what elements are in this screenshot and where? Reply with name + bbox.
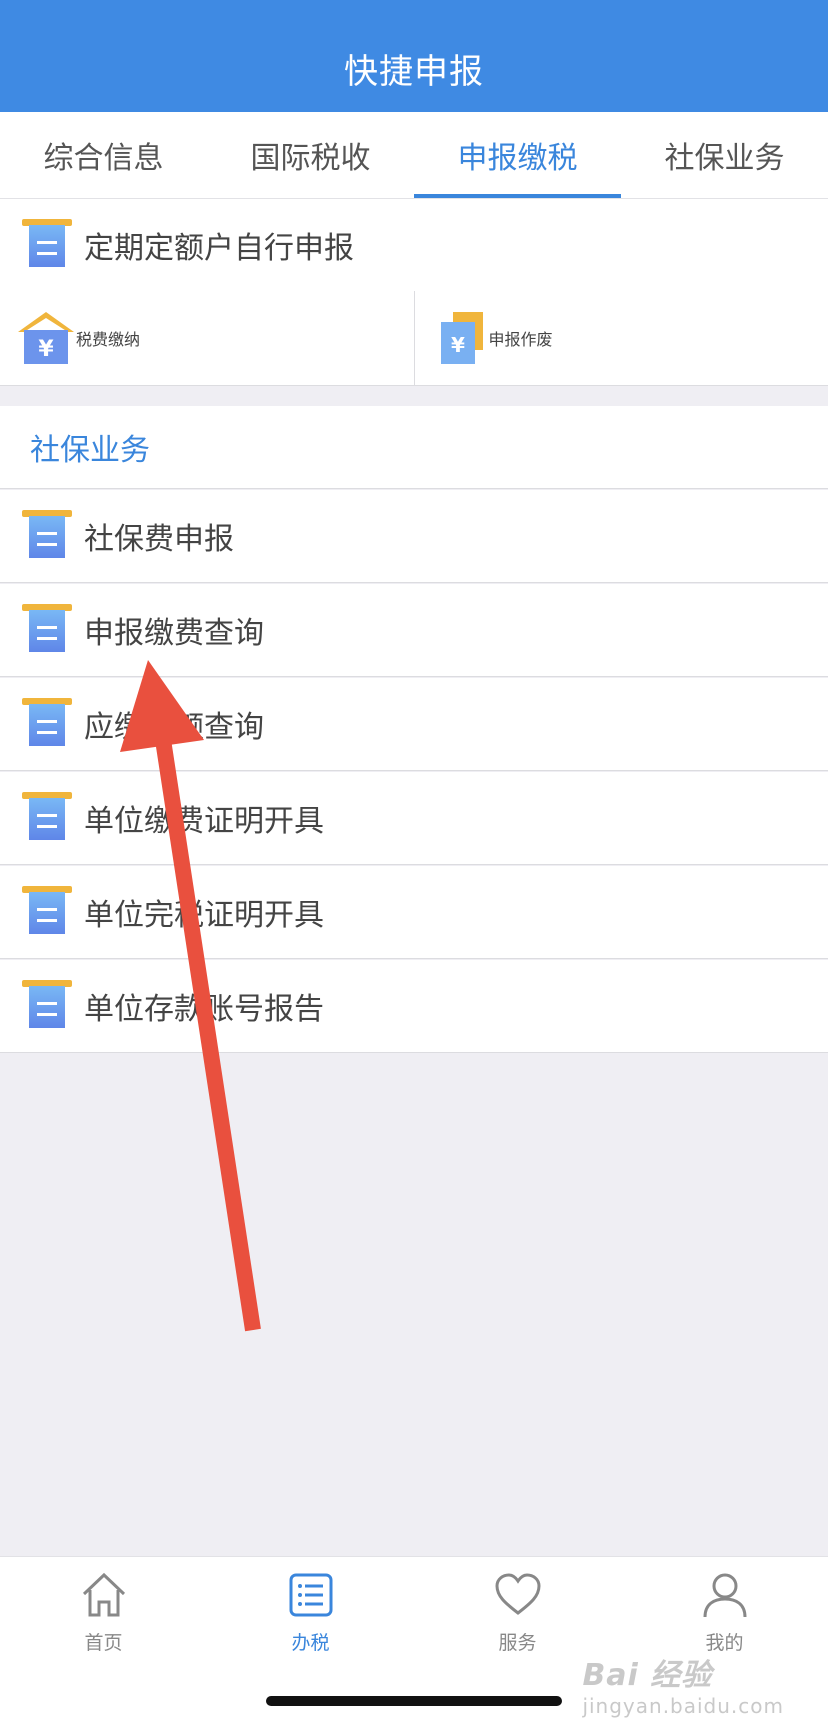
menu-item-label: 申报缴费查询: [84, 608, 264, 652]
tab-international-tax[interactable]: 国际税收: [207, 112, 414, 198]
baidu-watermark: Bai 经验 jingyan.baidu.com: [582, 1650, 784, 1718]
tab-declare-pay-tax[interactable]: 申报缴税: [414, 112, 621, 198]
home-indicator: [266, 1696, 562, 1706]
tab-social-security[interactable]: 社保业务: [621, 112, 828, 198]
tabbar-label: 首页: [84, 1628, 122, 1655]
menu-item-label: 社保费申报: [84, 514, 234, 558]
section-title-social-security: 社保业务: [0, 406, 828, 489]
menu-item-label: 定期定额户自行申报: [84, 223, 354, 267]
menu-item-label: 税费缴纳: [76, 326, 140, 350]
document-icon: [22, 510, 72, 562]
heart-icon: [493, 1570, 543, 1620]
document-icon: [22, 886, 72, 938]
document-icon: [22, 604, 72, 656]
svg-text:¥: ¥: [38, 337, 54, 362]
tab-general-info[interactable]: 综合信息: [0, 112, 207, 198]
section-title-text: 社保业务: [30, 425, 150, 469]
menu-item-label: 单位缴费证明开具: [84, 796, 324, 840]
menu-item-payment-certificate[interactable]: 单位缴费证明开具: [0, 772, 828, 865]
menu-item-due-amount-query[interactable]: 应缴费额查询: [0, 678, 828, 771]
document-icon: [22, 698, 72, 750]
tabbar-item-tax[interactable]: 办税: [207, 1557, 414, 1667]
tabbar-label: 办税: [291, 1628, 329, 1655]
yuan-document-icon: ¥: [439, 310, 489, 366]
document-icon: [22, 792, 72, 844]
top-tabs: 综合信息 国际税收 申报缴税 社保业务: [0, 112, 828, 199]
menu-item-label: 应缴费额查询: [84, 702, 264, 746]
tax-quick-actions: ¥ 税费缴纳 ¥ 申报作废: [0, 291, 828, 386]
menu-item-tax-completion-certificate[interactable]: 单位完税证明开具: [0, 866, 828, 959]
tabbar-item-home[interactable]: 首页: [0, 1557, 207, 1667]
tabbar-label: 服务: [498, 1628, 536, 1655]
svg-text:¥: ¥: [451, 333, 465, 357]
menu-item-label: 单位存款账号报告: [84, 984, 324, 1028]
menu-item-periodic-declare[interactable]: 定期定额户自行申报: [0, 199, 828, 292]
menu-item-social-fee-declare[interactable]: 社保费申报: [0, 490, 828, 583]
menu-item-label: 申报作废: [489, 326, 553, 350]
user-icon: [700, 1570, 750, 1620]
menu-item-deposit-account-report[interactable]: 单位存款账号报告: [0, 960, 828, 1053]
menu-item-declare-void[interactable]: ¥ 申报作废: [415, 291, 828, 385]
menu-item-payment-query[interactable]: 申报缴费查询: [0, 584, 828, 677]
menu-item-tax-payment[interactable]: ¥ 税费缴纳: [0, 291, 415, 385]
document-icon: [22, 980, 72, 1032]
home-icon: [79, 1570, 129, 1620]
menu-item-label: 单位完税证明开具: [84, 890, 324, 934]
list-icon: [286, 1570, 336, 1620]
house-yuan-icon: ¥: [16, 310, 76, 366]
app-header: 快捷申报: [0, 0, 828, 112]
document-icon: [22, 219, 72, 271]
page-title: 快捷申报: [344, 44, 484, 93]
